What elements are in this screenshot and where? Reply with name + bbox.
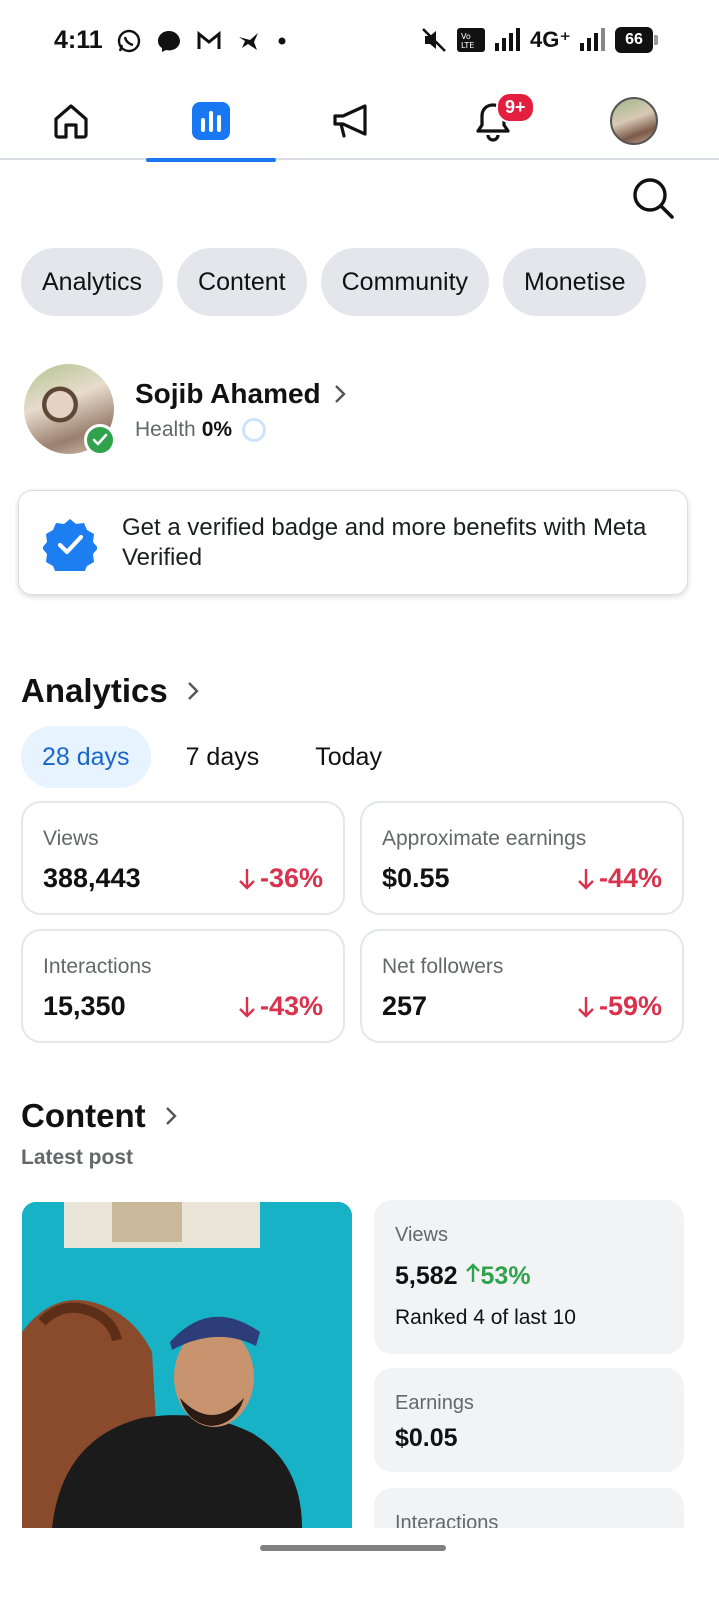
stat-label: Interactions xyxy=(43,955,152,978)
chevron-right-icon xyxy=(165,1107,177,1125)
latest-post-thumbnail[interactable] xyxy=(22,1202,352,1528)
stat-change: -36% xyxy=(238,863,323,894)
verified-badge-icon xyxy=(43,519,97,571)
arrow-down-icon xyxy=(239,996,255,1018)
battery-level: 66 xyxy=(625,31,643,48)
stat-change-value: -59% xyxy=(598,991,662,1021)
status-time: 4:11 xyxy=(54,26,103,54)
stat-label: Net followers xyxy=(382,955,504,978)
stat-value: $0.55 xyxy=(382,863,450,893)
stat-label: Approximate earnings xyxy=(382,827,587,850)
chip-monetise[interactable]: Monetise xyxy=(503,248,647,316)
verified-card-text: Get a verified badge and more benefits w… xyxy=(122,514,647,571)
status-notification-icons xyxy=(116,28,288,54)
home-indicator[interactable] xyxy=(260,1545,446,1551)
stat-change-value: -43% xyxy=(259,991,323,1021)
network-type: 4G⁺ xyxy=(530,27,571,52)
stat-change: -43% xyxy=(238,991,323,1022)
home-icon xyxy=(54,104,88,139)
stat-change: -44% xyxy=(577,863,662,894)
date-range-tabs: 28 days 7 days Today xyxy=(21,726,417,788)
nav-professional-dashboard[interactable] xyxy=(146,82,276,162)
stat-card-earnings[interactable]: Approximate earnings $0.55 -44% xyxy=(360,801,684,915)
stat-value: 15,350 xyxy=(43,991,126,1021)
dot-icon xyxy=(278,37,286,45)
nav-notifications[interactable]: 9+ xyxy=(428,82,558,160)
chip-content[interactable]: Content xyxy=(177,248,307,316)
views-change-value: 53% xyxy=(480,1262,531,1290)
navigation-bar-area xyxy=(0,1528,719,1600)
stat-value: 388,443 xyxy=(43,863,141,893)
views-label: Views xyxy=(395,1224,448,1246)
post-photo xyxy=(22,1202,352,1528)
latest-post-earnings-card[interactable]: Earnings $0.05 xyxy=(374,1368,684,1472)
profile-name-row[interactable]: Sojib Ahamed xyxy=(135,378,347,410)
earnings-value: $0.05 xyxy=(395,1424,458,1452)
stat-label: Views xyxy=(43,827,99,850)
stat-change-value: -36% xyxy=(259,863,323,893)
analytics-title: Analytics xyxy=(21,672,168,709)
avatar xyxy=(610,97,658,145)
arrow-up-icon xyxy=(465,1263,480,1282)
meta-verified-card[interactable]: Get a verified badge and more benefits w… xyxy=(18,490,688,595)
arrow-down-icon xyxy=(578,996,594,1018)
bird-app-icon xyxy=(239,33,258,50)
signal-icon-2 xyxy=(580,28,605,51)
rank-text: Ranked 4 of last 10 xyxy=(395,1306,576,1329)
notification-badge: 9+ xyxy=(496,92,535,123)
content-header[interactable]: Content xyxy=(21,1097,178,1135)
analytics-header[interactable]: Analytics xyxy=(21,672,200,710)
health-value: 0% xyxy=(201,418,233,441)
stat-value: 257 xyxy=(382,991,428,1021)
messenger-icon xyxy=(158,31,180,52)
check-icon xyxy=(84,424,116,456)
chevron-right-icon xyxy=(334,385,346,403)
latest-post-label: Latest post xyxy=(21,1146,134,1169)
stat-card-net-followers[interactable]: Net followers 257 -59% xyxy=(360,929,684,1043)
stat-card-views[interactable]: Views 388,443 -36% xyxy=(21,801,345,915)
stat-change-value: -44% xyxy=(598,863,662,893)
svg-text:Vo: Vo xyxy=(461,32,471,41)
signal-icon xyxy=(495,28,521,51)
latest-post-views-card[interactable]: Views 5,582 53% Ranked 4 of last 10 xyxy=(374,1200,684,1354)
views-change: 53% xyxy=(465,1262,531,1290)
range-today[interactable]: Today xyxy=(294,726,403,788)
health-ring-icon xyxy=(242,418,267,442)
earnings-label: Earnings xyxy=(395,1392,474,1414)
battery-icon: 66 xyxy=(615,27,658,53)
views-row: 5,582 53% xyxy=(395,1262,531,1291)
views-value: 5,582 xyxy=(395,1262,458,1290)
health-label: Health xyxy=(135,418,196,441)
range-28-days[interactable]: 28 days xyxy=(21,726,151,788)
megaphone-icon xyxy=(333,104,367,138)
dashboard-icon xyxy=(192,102,230,140)
health-row: Health 0% xyxy=(135,418,267,442)
range-7-days[interactable]: 7 days xyxy=(165,726,281,788)
status-system-icons: Vo LTE 4G⁺ 66 xyxy=(420,26,658,54)
whatsapp-icon xyxy=(117,29,141,53)
chip-community[interactable]: Community xyxy=(320,248,490,316)
stat-change: -59% xyxy=(577,991,662,1022)
top-navigation: 9+ xyxy=(0,82,719,162)
gmail-icon xyxy=(197,30,221,49)
section-chips: Analytics Content Community Monetise xyxy=(21,248,647,316)
chip-analytics[interactable]: Analytics xyxy=(21,248,164,316)
content-title: Content xyxy=(21,1097,146,1134)
svg-text:LTE: LTE xyxy=(461,41,474,50)
nav-profile[interactable] xyxy=(569,82,699,160)
nav-ads[interactable] xyxy=(287,82,417,160)
arrow-down-icon xyxy=(578,868,594,890)
search-icon[interactable] xyxy=(631,176,675,220)
profile-row[interactable]: Sojib Ahamed Health 0% xyxy=(24,364,704,456)
arrow-down-icon xyxy=(239,868,255,890)
volte-icon: VoLTE xyxy=(457,28,486,52)
nav-home[interactable] xyxy=(6,82,136,160)
profile-name: Sojib Ahamed xyxy=(135,378,321,409)
stat-card-interactions[interactable]: Interactions 15,350 -43% xyxy=(21,929,345,1043)
chevron-right-icon xyxy=(187,682,199,700)
mute-icon xyxy=(422,28,446,52)
status-bar: 4:11 Vo LTE 4G⁺ 66 xyxy=(0,0,719,82)
